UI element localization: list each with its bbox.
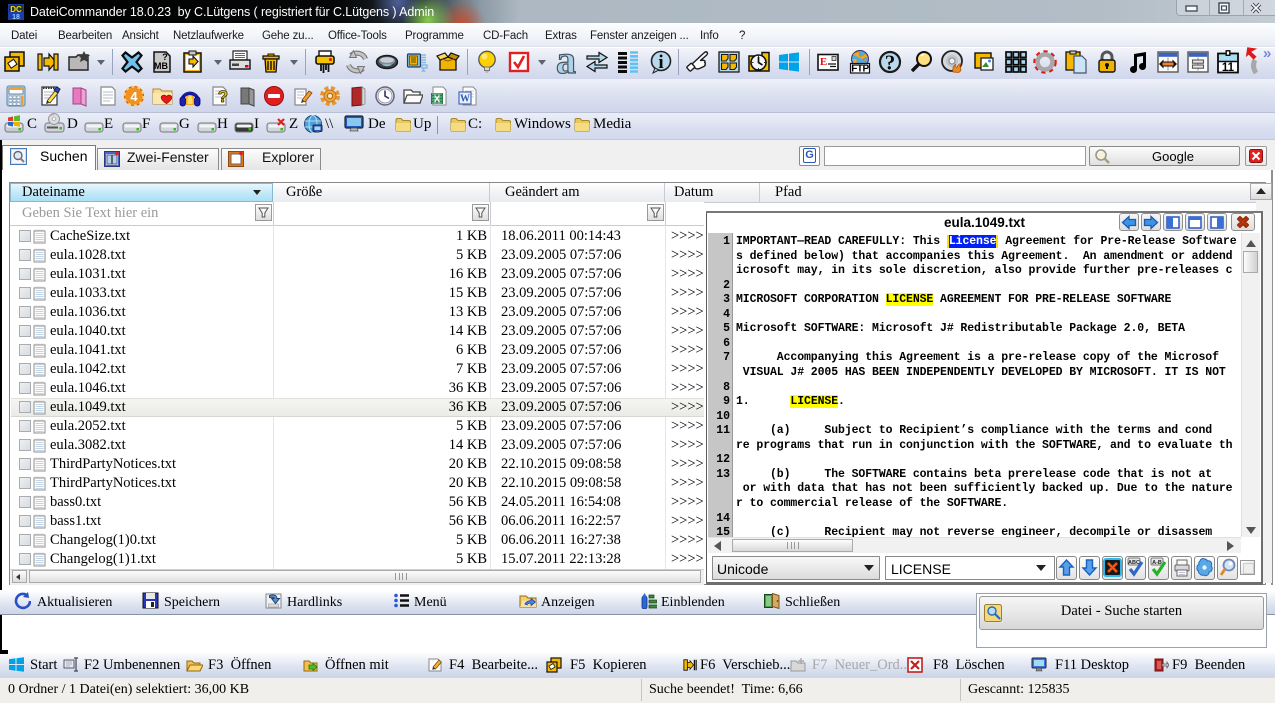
svg-text:11: 11 bbox=[1222, 62, 1235, 74]
svg-text:i: i bbox=[658, 52, 663, 73]
svg-text:?: ? bbox=[162, 52, 168, 62]
svg-text:18: 18 bbox=[12, 14, 20, 20]
svg-text:E: E bbox=[820, 56, 827, 68]
svg-text:?: ? bbox=[885, 51, 896, 75]
svg-text:DC: DC bbox=[10, 5, 22, 14]
svg-text:a: a bbox=[556, 50, 576, 74]
svg-text:X: X bbox=[434, 94, 440, 104]
svg-text:W: W bbox=[460, 94, 470, 105]
svg-text:4: 4 bbox=[130, 89, 138, 104]
svg-text:?: ? bbox=[218, 87, 228, 106]
svg-text:A-B: A-B bbox=[1152, 560, 1162, 566]
svg-text:MB: MB bbox=[154, 61, 168, 71]
svg-text:FTP: FTP bbox=[851, 64, 869, 75]
